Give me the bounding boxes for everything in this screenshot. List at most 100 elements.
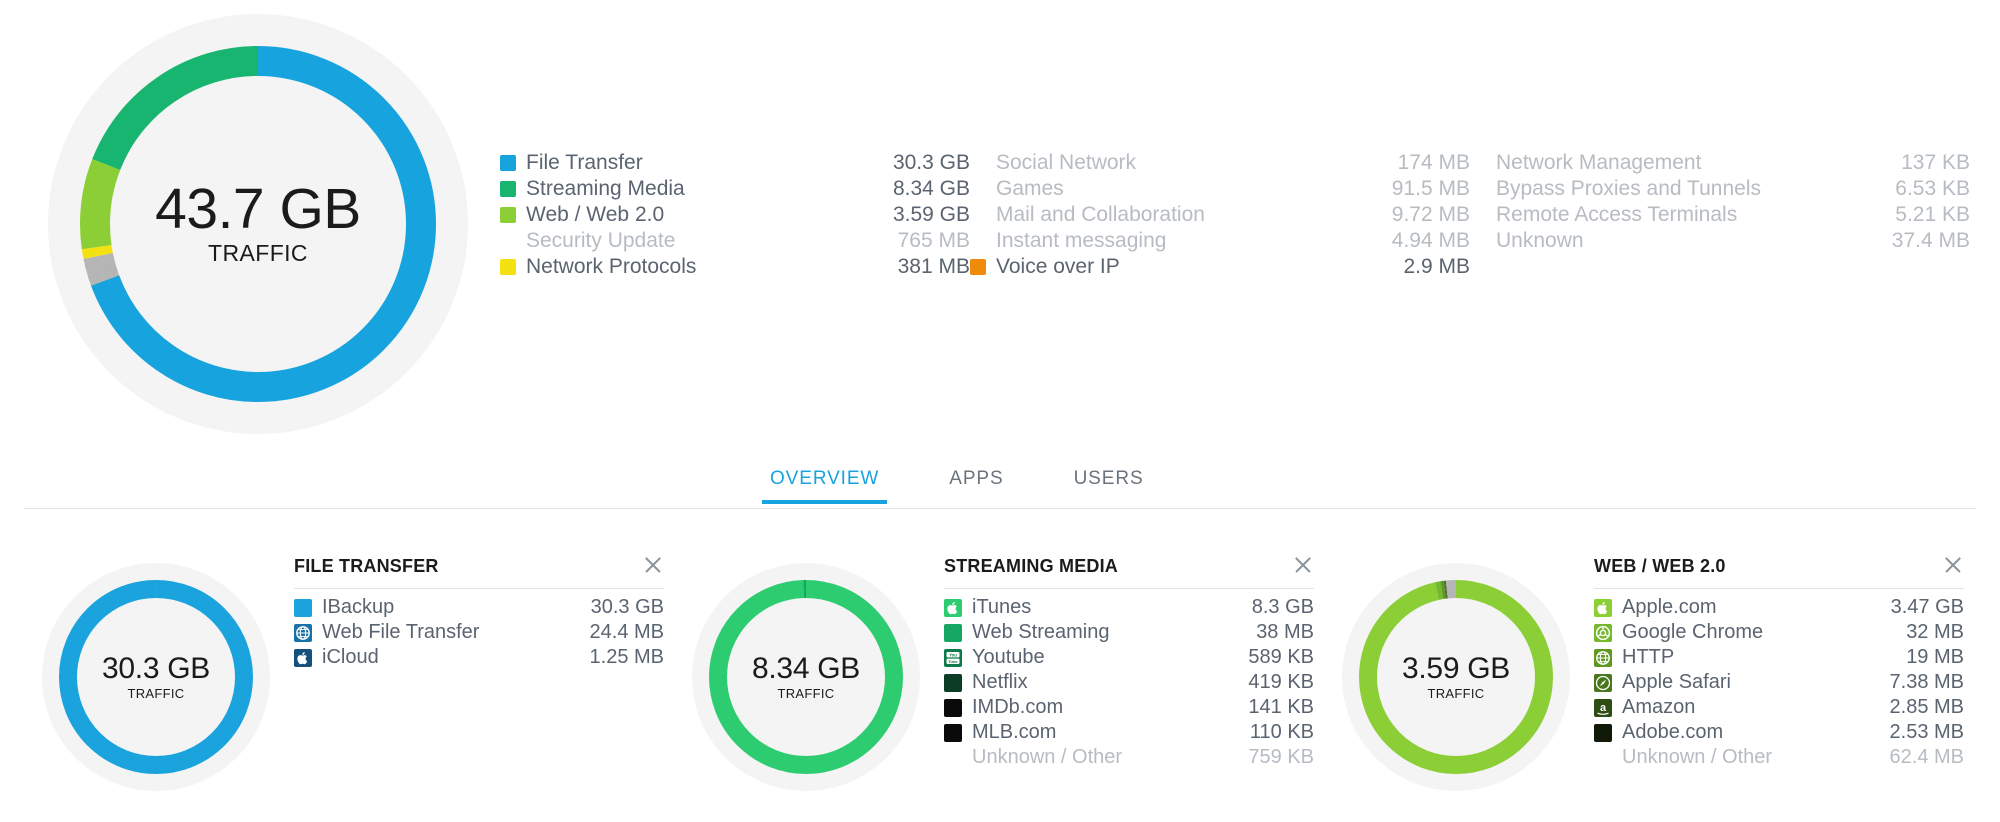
- legend-row[interactable]: Network Protocols 381 MB: [500, 254, 970, 280]
- app-row[interactable]: Unknown / Other 759 KB: [944, 745, 1314, 770]
- apple-icon: [294, 648, 312, 667]
- app-row[interactable]: Google Chrome 32 MB: [1594, 620, 1964, 645]
- app-row[interactable]: Adobe.com 2.53 MB: [1594, 720, 1964, 745]
- legend-category-label: Bypass Proxies and Tunnels: [1496, 177, 1761, 200]
- main-donut-value: 43.7 GB: [155, 177, 361, 241]
- app-row[interactable]: a Amazon 2.85 MB: [1594, 695, 1964, 720]
- close-icon[interactable]: [642, 554, 664, 576]
- legend-category-value: 8.34 GB: [892, 177, 970, 200]
- card-donut-center: 30.3 GB TRAFFIC: [42, 563, 270, 791]
- legend-color-swatch: [1470, 155, 1486, 171]
- app-row[interactable]: Unknown / Other 62.4 MB: [1594, 745, 1964, 770]
- legend-category-value: 174 MB: [1397, 151, 1470, 174]
- card-donut-label: TRAFFIC: [777, 685, 835, 701]
- tab-apps[interactable]: APPS: [949, 462, 1003, 504]
- app-value: 38 MB: [1256, 621, 1314, 643]
- app-value: 141 KB: [1248, 696, 1314, 718]
- app-row[interactable]: IBackup 30.3 GB: [294, 595, 664, 620]
- legend-category-label: Security Update: [526, 229, 676, 252]
- app-value: 32 MB: [1906, 621, 1964, 643]
- app-value: 2.85 MB: [1889, 696, 1964, 718]
- app-name: MLB.com: [972, 721, 1057, 743]
- legend-color-swatch: [500, 207, 516, 223]
- no-icon: [944, 749, 962, 767]
- legend-category-label: Remote Access Terminals: [1496, 203, 1738, 226]
- app-name: Google Chrome: [1622, 621, 1764, 643]
- legend-color-swatch: [500, 155, 516, 171]
- card-body: FILE TRANSFER IBackup 30.3 GB Web File Tran…: [294, 556, 664, 670]
- legend-row[interactable]: Social Network 174 MB: [970, 150, 1470, 176]
- card-body: WEB / WEB 2.0 Apple.com 3.47 GB Google Chro…: [1594, 556, 1964, 770]
- app-row[interactable]: HTTP 19 MB: [1594, 645, 1964, 670]
- app-name: IBackup: [322, 596, 395, 618]
- legend-row[interactable]: Unknown 37.4 MB: [1470, 228, 1970, 254]
- legend-category-label: Instant messaging: [996, 229, 1167, 252]
- legend-column: Social Network 174 MB Games 91.5 MB Mail and…: [970, 150, 1470, 280]
- apple-icon: [944, 598, 962, 617]
- legend-category-label: Social Network: [996, 151, 1137, 174]
- card-donut-value: 8.34 GB: [752, 651, 860, 685]
- app-row[interactable]: Web File Transfer 24.4 MB: [294, 620, 664, 645]
- tab-users[interactable]: USERS: [1074, 462, 1144, 504]
- card-divider: [294, 588, 664, 589]
- card-body: STREAMING MEDIA iTunes 8.3 GB Web Streaming…: [944, 556, 1314, 770]
- app-name: IMDb.com: [972, 696, 1064, 718]
- app-row[interactable]: Apple Safari 7.38 MB: [1594, 670, 1964, 695]
- legend-row[interactable]: Mail and Collaboration 9.72 MB: [970, 202, 1470, 228]
- legend-row[interactable]: Security Update 765 MB: [500, 228, 970, 254]
- app-row[interactable]: You Tube Youtube 589 KB: [944, 645, 1314, 670]
- app-name: HTTP: [1622, 646, 1675, 668]
- card-divider: [944, 588, 1314, 589]
- tab-overview[interactable]: OVERVIEW: [761, 462, 888, 504]
- legend-row[interactable]: Games 91.5 MB: [970, 176, 1470, 202]
- legend-color-swatch: [500, 233, 516, 249]
- legend-row[interactable]: Remote Access Terminals 5.21 KB: [1470, 202, 1970, 228]
- app-value: 110 KB: [1249, 721, 1314, 743]
- legend-row[interactable]: File Transfer 30.3 GB: [500, 150, 970, 176]
- legend-category-label: Network Protocols: [526, 255, 697, 278]
- category-card: 8.34 GB TRAFFIC STREAMING MEDIA iTunes 8.3 G…: [674, 556, 1324, 822]
- card-donut-center: 8.34 GB TRAFFIC: [692, 563, 920, 791]
- card-donut-value: 3.59 GB: [1402, 651, 1510, 685]
- legend-category-value: 37.4 MB: [1891, 229, 1970, 252]
- svg-text:You: You: [949, 652, 957, 657]
- legend-category-value: 30.3 GB: [892, 151, 970, 174]
- app-row[interactable]: Apple.com 3.47 GB: [1594, 595, 1964, 620]
- apple-icon: [1594, 598, 1612, 617]
- app-name: Unknown / Other: [972, 746, 1123, 768]
- card-title: STREAMING MEDIA: [944, 556, 1118, 576]
- legend-row[interactable]: Bypass Proxies and Tunnels 6.53 KB: [1470, 176, 1970, 202]
- app-value: 759 KB: [1248, 746, 1314, 768]
- app-row[interactable]: iTunes 8.3 GB: [944, 595, 1314, 620]
- legend-color-swatch: [500, 259, 516, 275]
- legend-color-swatch: [1470, 207, 1486, 223]
- app-row[interactable]: Netflix 419 KB: [944, 670, 1314, 695]
- close-icon[interactable]: [1292, 554, 1314, 576]
- square-icon: [944, 723, 962, 742]
- legend-row[interactable]: Voice over IP 2.9 MB: [970, 254, 1470, 280]
- legend-row[interactable]: Streaming Media 8.34 GB: [500, 176, 970, 202]
- close-icon[interactable]: [1942, 554, 1964, 576]
- card-donut-chart: 30.3 GB TRAFFIC: [42, 563, 270, 791]
- app-name: Apple Safari: [1622, 671, 1731, 693]
- app-row[interactable]: Web Streaming 38 MB: [944, 620, 1314, 645]
- app-row[interactable]: IMDb.com 141 KB: [944, 695, 1314, 720]
- category-card: 3.59 GB TRAFFIC WEB / WEB 2.0 Apple.com 3.47…: [1324, 556, 1974, 822]
- legend-category-label: Web / Web 2.0: [526, 203, 665, 226]
- legend-color-swatch: [970, 181, 986, 197]
- legend-row[interactable]: Network Management 137 KB: [1470, 150, 1970, 176]
- card-donut-chart: 8.34 GB TRAFFIC: [692, 563, 920, 791]
- legend-category-label: File Transfer: [526, 151, 643, 174]
- legend-category-label: Voice over IP: [996, 255, 1120, 278]
- app-value: 3.47 GB: [1890, 596, 1964, 618]
- card-divider: [1594, 588, 1964, 589]
- app-name: Apple.com: [1622, 596, 1717, 618]
- legend-color-swatch: [970, 155, 986, 171]
- app-row[interactable]: iCloud 1.25 MB: [294, 645, 664, 670]
- legend-row[interactable]: Web / Web 2.0 3.59 GB: [500, 202, 970, 228]
- app-row[interactable]: MLB.com 110 KB: [944, 720, 1314, 745]
- square-icon: [1594, 723, 1612, 742]
- legend-category-label: Games: [996, 177, 1064, 200]
- legend-row[interactable]: Instant messaging 4.94 MB: [970, 228, 1470, 254]
- legend-category-value: 137 KB: [1901, 151, 1970, 174]
